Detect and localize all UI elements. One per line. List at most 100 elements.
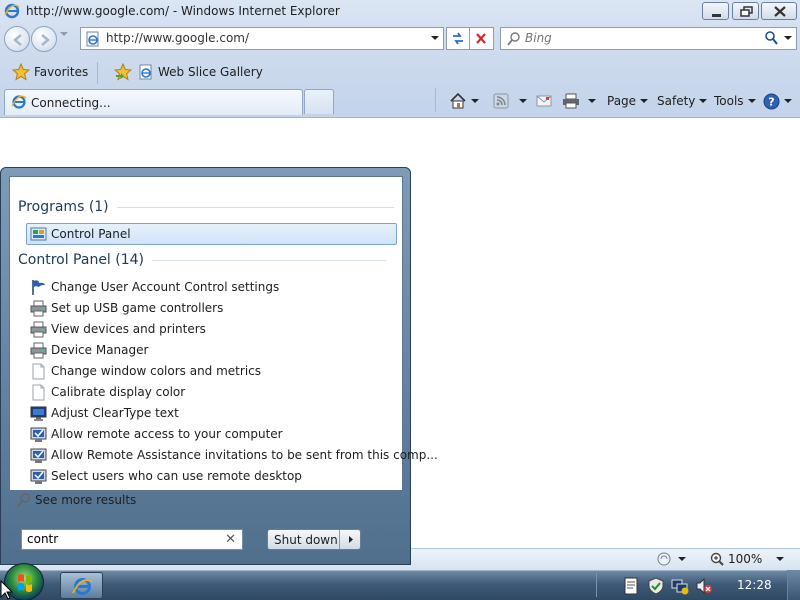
control-panel-icon xyxy=(30,227,47,240)
divider xyxy=(97,62,98,84)
result-label: Adjust ClearType text xyxy=(51,406,179,420)
feeds-button[interactable] xyxy=(493,91,527,111)
result-usb-game-controllers[interactable]: Set up USB game controllers xyxy=(30,298,223,318)
divider xyxy=(435,88,436,112)
tools-menu[interactable]: Tools xyxy=(714,91,756,111)
search-icon xyxy=(507,32,520,46)
result-calibrate-display[interactable]: Calibrate display color xyxy=(30,382,185,402)
ie-window-frame: http://www.google.com/ - Windows Interne… xyxy=(0,0,800,118)
result-uac-settings[interactable]: Change User Account Control settings xyxy=(30,277,279,297)
see-more-results-text: See more results xyxy=(35,493,137,507)
network-icon[interactable] xyxy=(671,577,689,595)
forward-button[interactable] xyxy=(31,26,57,52)
window-title: http://www.google.com/ - Windows Interne… xyxy=(26,4,340,18)
action-center-icon[interactable] xyxy=(647,577,665,595)
new-tab-button[interactable] xyxy=(304,89,334,114)
result-label: Set up USB game controllers xyxy=(51,301,224,315)
control-panel-program-item[interactable]: Control Panel xyxy=(26,223,397,245)
safety-menu[interactable]: Safety xyxy=(657,91,708,111)
rss-feed-icon xyxy=(493,93,509,109)
result-remote-desktop-users[interactable]: Select users who can use remote desktop xyxy=(30,466,302,486)
shut-down-button[interactable]: Shut down xyxy=(267,529,361,550)
zoom-icon xyxy=(710,552,724,566)
star-icon xyxy=(12,63,30,81)
page-icon xyxy=(86,31,99,47)
help-menu[interactable]: ? xyxy=(763,91,792,111)
favorites-label: Favorites xyxy=(34,65,89,79)
control-panel-heading: Control Panel (14) xyxy=(18,252,387,268)
result-window-colors[interactable]: Change window colors and metrics xyxy=(30,361,261,381)
print-dropdown[interactable] xyxy=(588,99,596,103)
start-search-input[interactable] xyxy=(27,532,217,546)
close-button[interactable] xyxy=(761,2,797,20)
minimize-button[interactable] xyxy=(702,2,729,20)
control-panel-heading-text: Control Panel (14) xyxy=(18,252,145,268)
programs-heading: Programs (1) xyxy=(18,199,394,215)
print-button[interactable] xyxy=(562,91,596,111)
result-cleartype[interactable]: Adjust ClearType text xyxy=(30,403,179,423)
shut-down-label: Shut down xyxy=(274,533,338,547)
refresh-button[interactable] xyxy=(446,27,470,50)
address-bar[interactable] xyxy=(80,27,444,50)
search-go-icon[interactable] xyxy=(764,31,778,45)
search-provider-dropdown[interactable] xyxy=(784,36,792,40)
web-slice-gallery-label: Web Slice Gallery xyxy=(158,65,263,79)
taskbar-ie-button[interactable] xyxy=(60,572,103,599)
control-panel-program-label: Control Panel xyxy=(51,227,131,241)
forward-arrow-icon xyxy=(41,34,50,46)
web-slice-gallery-link[interactable]: Web Slice Gallery xyxy=(138,62,263,82)
page-menu[interactable]: Page xyxy=(607,91,649,111)
result-device-manager[interactable]: Device Manager xyxy=(30,340,148,360)
security-zone-indicator[interactable] xyxy=(656,550,686,568)
stop-button[interactable] xyxy=(470,27,494,50)
start-search-box[interactable]: ✕ xyxy=(21,529,243,550)
divider xyxy=(152,259,387,261)
zoom-control[interactable]: 100% xyxy=(710,550,785,568)
result-label: Device Manager xyxy=(51,343,149,357)
shut-down-options-button[interactable] xyxy=(339,530,361,549)
loading-ie-icon xyxy=(11,95,27,109)
zone-dropdown-arrow xyxy=(678,557,686,561)
search-input[interactable] xyxy=(525,31,745,45)
back-button[interactable] xyxy=(4,26,30,52)
restore-button[interactable] xyxy=(732,2,759,20)
read-mail-button[interactable] xyxy=(536,91,552,111)
result-remote-assistance[interactable]: Allow Remote Assistance invitations to b… xyxy=(30,445,438,465)
address-dropdown[interactable] xyxy=(431,36,439,40)
back-arrow-icon xyxy=(13,34,22,46)
result-label: Allow Remote Assistance invitations to b… xyxy=(51,448,438,462)
home-dropdown[interactable] xyxy=(471,99,479,103)
ie-logo-icon xyxy=(4,3,20,19)
blank-page-icon xyxy=(32,384,45,400)
add-to-favorites-bar-icon[interactable] xyxy=(114,63,132,81)
url-input[interactable] xyxy=(106,31,406,45)
mail-icon xyxy=(536,95,552,107)
result-label: Change window colors and metrics xyxy=(51,364,261,378)
help-dropdown-arrow xyxy=(784,99,792,103)
result-label: View devices and printers xyxy=(51,322,206,336)
minimize-icon xyxy=(712,14,721,17)
stop-icon xyxy=(476,33,486,44)
favorites-button[interactable]: Favorites xyxy=(12,62,88,82)
show-desktop-button[interactable] xyxy=(787,570,800,600)
result-view-devices-printers[interactable]: View devices and printers xyxy=(30,319,206,339)
clock[interactable]: 12:28 xyxy=(737,578,772,592)
control-panel-program-row: Control Panel xyxy=(30,224,131,244)
page-menu-label: Page xyxy=(607,94,637,108)
result-label: Calibrate display color xyxy=(51,385,186,399)
home-button[interactable] xyxy=(449,91,479,111)
volume-muted-icon[interactable] xyxy=(695,577,713,595)
feeds-dropdown[interactable] xyxy=(519,99,527,103)
safety-dropdown-arrow xyxy=(699,99,708,103)
result-label: Select users who can use remote desktop xyxy=(51,469,302,483)
clear-search-icon[interactable]: ✕ xyxy=(225,532,236,547)
refresh-icon xyxy=(453,32,463,45)
result-remote-access[interactable]: Allow remote access to your computer xyxy=(30,424,283,444)
recent-pages-dropdown[interactable] xyxy=(60,32,68,36)
tab-label: Connecting... xyxy=(31,96,111,110)
printer-icon xyxy=(563,93,579,109)
search-box[interactable] xyxy=(500,27,797,50)
notes-tray-icon[interactable] xyxy=(622,577,640,595)
tab-current[interactable]: Connecting... xyxy=(4,89,303,115)
see-more-results-row[interactable]: See more results xyxy=(8,490,136,510)
